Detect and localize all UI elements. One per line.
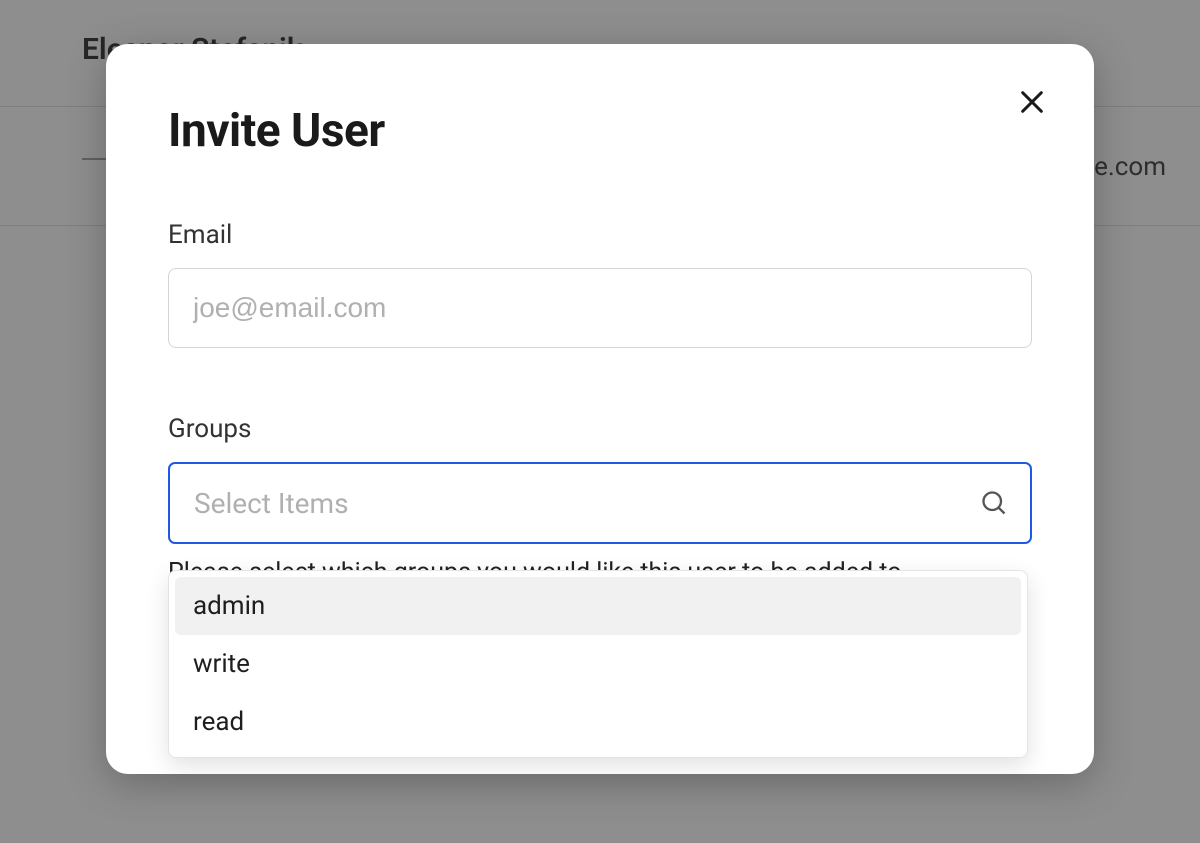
groups-dropdown: admin write read xyxy=(168,570,1028,758)
invite-user-modal: Invite User Email Groups Select Items Pl… xyxy=(106,44,1094,774)
email-input[interactable] xyxy=(168,268,1032,348)
close-icon xyxy=(1016,86,1048,118)
dropdown-option-admin[interactable]: admin xyxy=(175,577,1021,635)
groups-placeholder: Select Items xyxy=(194,487,349,520)
close-button[interactable] xyxy=(1010,80,1054,124)
groups-field-group: Groups Select Items Please select which … xyxy=(168,414,1032,587)
modal-title: Invite User xyxy=(168,104,1032,158)
dropdown-option-write[interactable]: write xyxy=(169,635,1027,693)
groups-label: Groups xyxy=(168,414,1032,444)
groups-select-input[interactable]: Select Items xyxy=(168,462,1032,544)
email-label: Email xyxy=(168,220,1032,250)
dropdown-option-read[interactable]: read xyxy=(169,693,1027,751)
groups-select[interactable]: Select Items xyxy=(168,462,1032,544)
email-field-group: Email xyxy=(168,220,1032,348)
